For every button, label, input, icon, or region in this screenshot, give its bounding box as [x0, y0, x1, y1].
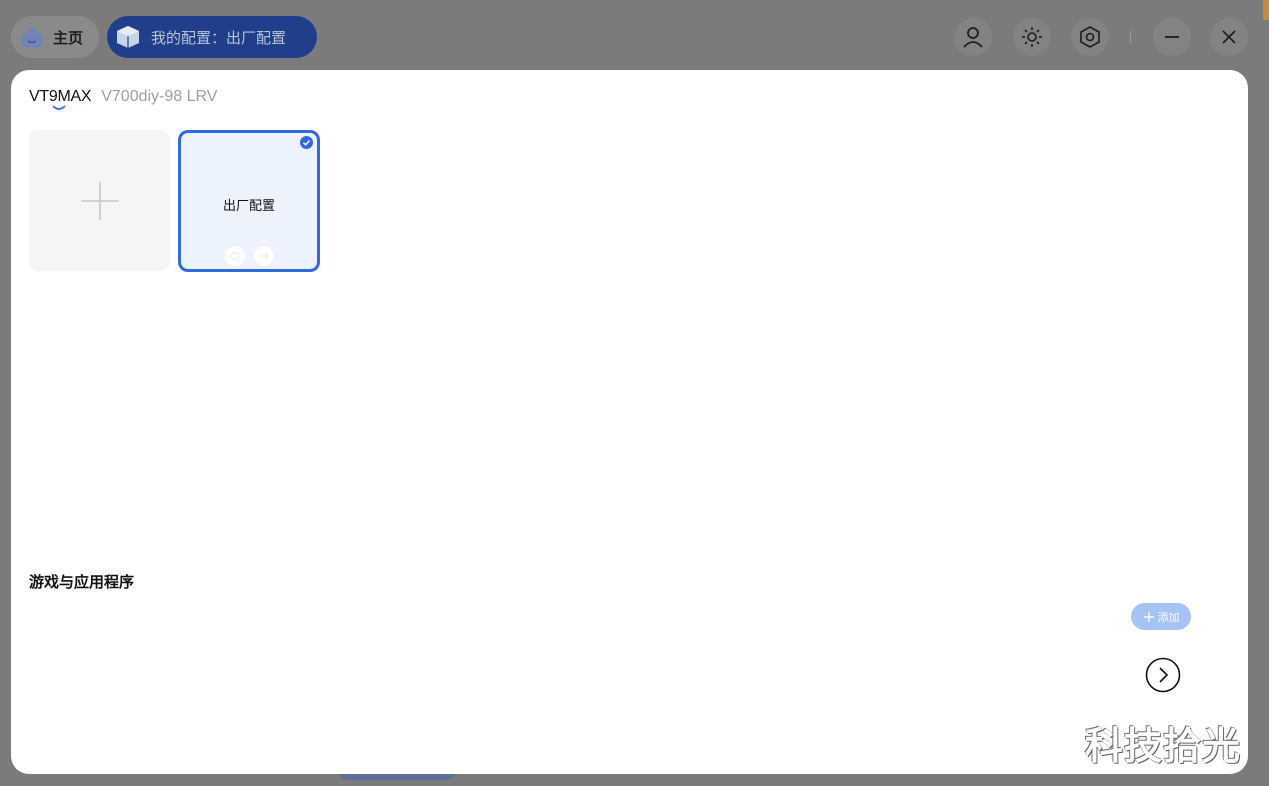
next-arrow-button[interactable]	[1145, 657, 1181, 693]
device-model: V700diy-98 LRV	[101, 88, 218, 105]
device-header: VT9MAX V700diy-98 LRV	[29, 88, 217, 110]
account-button[interactable]	[954, 18, 992, 56]
watermark-text: 科技拾光	[1085, 724, 1242, 768]
settings-hex-icon	[1080, 26, 1100, 48]
brand-name: VT9MAX	[29, 88, 92, 105]
add-profile-card[interactable]	[29, 130, 170, 271]
minimize-icon	[1165, 36, 1179, 38]
eye-icon	[229, 252, 241, 260]
window-controls	[950, 18, 1249, 56]
theme-button[interactable]	[1013, 18, 1051, 56]
brand-smile-icon	[52, 105, 66, 110]
close-icon	[1222, 30, 1236, 44]
add-app-button[interactable]: 添加	[1131, 603, 1191, 630]
profile-edit-button[interactable]	[225, 246, 245, 266]
home-tab-label: 主页	[53, 28, 84, 47]
top-bar: 主页 我的配置：出厂配置	[0, 0, 1269, 72]
profile-card-factory[interactable]: 出厂配置	[178, 130, 320, 272]
profile-export-button[interactable]	[254, 246, 274, 266]
profile-name: 出厂配置	[222, 199, 275, 214]
brightness-icon	[1022, 27, 1042, 47]
settings-button[interactable]	[1071, 18, 1109, 56]
apps-section-title: 游戏与应用程序	[29, 573, 135, 591]
plus-small-icon	[1143, 611, 1154, 622]
home-tab[interactable]: 主页	[11, 16, 99, 58]
profile-modal: VT9MAX V700diy-98 LRV 出厂配置 游戏与应用程序 添加 科技…	[11, 70, 1248, 774]
config-tab[interactable]: 我的配置：出厂配置	[107, 16, 317, 58]
config-tab-label: 我的配置：出厂配置	[151, 28, 287, 47]
user-icon	[963, 27, 983, 48]
plus-icon	[80, 181, 119, 220]
share-icon	[260, 252, 269, 260]
home-icon	[22, 28, 42, 47]
add-app-label: 添加	[1157, 610, 1180, 624]
brand-logo: VT9MAX	[29, 88, 92, 110]
selected-check-icon	[300, 136, 313, 149]
close-button[interactable]	[1210, 18, 1248, 56]
toolbar-divider	[1130, 31, 1131, 43]
cube-icon	[117, 26, 139, 48]
minimize-button[interactable]	[1153, 18, 1191, 56]
